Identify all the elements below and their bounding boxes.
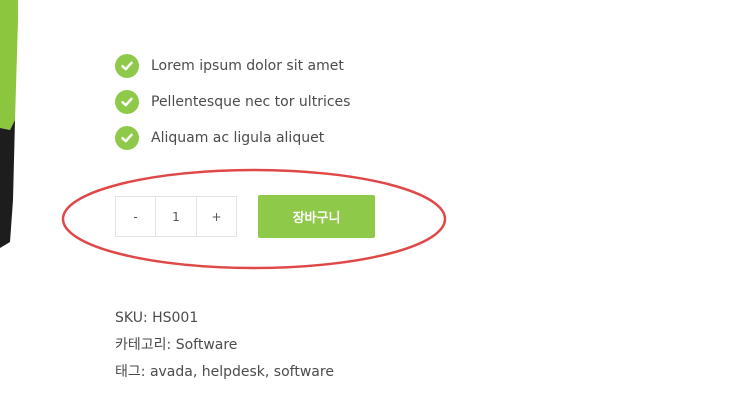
quantity-stepper: - + [115, 196, 237, 237]
quantity-input[interactable] [156, 197, 196, 236]
tags-row: 태그: avada, helpdesk, software [115, 359, 334, 386]
sku-row: SKU: HS001 [115, 305, 334, 332]
category-label: 카테고리: [115, 337, 172, 353]
check-circle-icon [115, 126, 139, 150]
quantity-decrease-button[interactable]: - [116, 197, 156, 236]
sku-label: SKU: [115, 310, 148, 326]
feature-text: Pellentesque nec tor ultrices [151, 94, 351, 110]
check-circle-icon [115, 54, 139, 78]
tags-label: 태그: [115, 364, 146, 380]
feature-item: Lorem ipsum dolor sit amet [115, 48, 350, 84]
product-image-edge [0, 0, 18, 248]
category-row: 카테고리: Software [115, 332, 334, 359]
sku-value: HS001 [152, 310, 199, 326]
feature-list: Lorem ipsum dolor sit amet Pellentesque … [115, 48, 350, 156]
feature-item: Aliquam ac ligula aliquet [115, 120, 350, 156]
feature-text: Lorem ipsum dolor sit amet [151, 58, 344, 74]
check-circle-icon [115, 90, 139, 114]
feature-item: Pellentesque nec tor ultrices [115, 84, 350, 120]
product-meta: SKU: HS001 카테고리: Software 태그: avada, hel… [115, 305, 334, 386]
quantity-increase-button[interactable]: + [196, 197, 236, 236]
add-to-cart-button[interactable]: 장바구니 [258, 195, 375, 238]
tags-links[interactable]: avada, helpdesk, software [150, 364, 334, 380]
category-link[interactable]: Software [176, 337, 238, 353]
feature-text: Aliquam ac ligula aliquet [151, 130, 325, 146]
